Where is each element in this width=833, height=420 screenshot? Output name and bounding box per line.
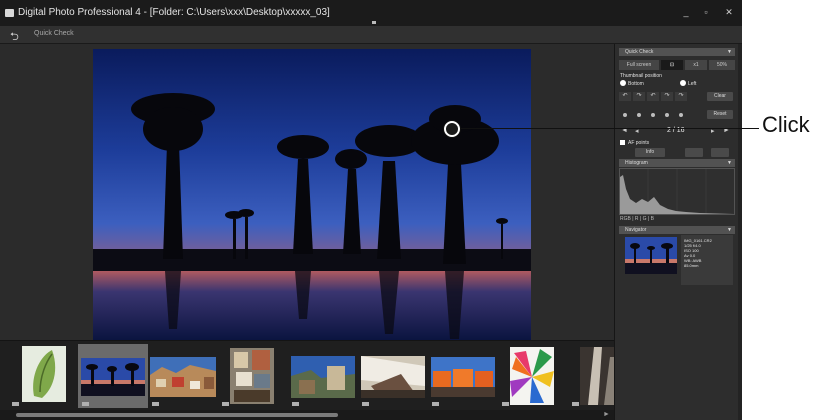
quick-check-panel: Quick Check ▼ Full screen ⊡ x1 50% Thumb… xyxy=(614,44,742,420)
click-callout-label: Click xyxy=(762,112,810,137)
af-points-label: AF points xyxy=(628,140,650,146)
window-title: Digital Photo Professional 4 - [Folder: … xyxy=(18,7,330,18)
rotate-right-icon[interactable]: ↷ xyxy=(633,92,645,101)
thumbnail-selected[interactable] xyxy=(78,344,148,408)
raw-badge xyxy=(152,402,159,406)
quick-check-header[interactable]: Quick Check ▼ xyxy=(619,48,735,56)
reset-button[interactable]: Reset xyxy=(707,110,733,119)
thumbnail[interactable] xyxy=(8,344,78,408)
quick-check-header-label: Quick Check xyxy=(625,49,654,55)
thumbnail[interactable] xyxy=(498,344,568,408)
thumbnail[interactable] xyxy=(148,344,218,408)
raw-badge xyxy=(572,402,579,406)
click-target-marker xyxy=(444,121,460,137)
app-icon xyxy=(5,9,14,17)
radio-bottom[interactable] xyxy=(620,80,626,86)
histogram-header-label: Histogram xyxy=(625,160,648,166)
maximize-button[interactable]: ▫ xyxy=(700,6,712,18)
callout-line xyxy=(453,128,759,129)
navigator-preview[interactable] xyxy=(625,237,677,274)
scroll-right-arrow-icon[interactable]: ► xyxy=(603,411,610,418)
clear-button[interactable]: Clear xyxy=(707,92,733,101)
raw-badge xyxy=(12,402,19,406)
minimize-button[interactable]: _ xyxy=(680,6,692,18)
raw-badge xyxy=(362,402,369,406)
rotate-left-icon[interactable]: ↶ xyxy=(647,92,659,101)
chevron-down-icon[interactable]: ▼ xyxy=(727,159,732,167)
scrollbar-thumb[interactable] xyxy=(16,413,338,417)
view-mode-fit[interactable]: ⊡ xyxy=(661,60,683,70)
edit-icon[interactable] xyxy=(711,148,729,157)
raw-badge xyxy=(502,402,509,406)
navigator-header-label: Navigator xyxy=(625,227,647,233)
horizontal-scrollbar[interactable]: ► xyxy=(0,410,614,420)
raw-badge xyxy=(222,402,229,406)
app-window: Digital Photo Professional 4 - [Folder: … xyxy=(0,0,742,420)
view-mode-x1[interactable]: x1 xyxy=(685,60,707,70)
shooting-info: IMG_0161.CR2 1/25 f/4.0 ISO 100 Av 0.0 W… xyxy=(681,235,733,285)
navigator-header[interactable]: Navigator ▼ xyxy=(619,226,735,234)
raw-badge xyxy=(82,402,89,406)
main-photo[interactable] xyxy=(93,49,531,340)
chevron-down-icon[interactable]: ▼ xyxy=(727,226,732,234)
view-mode-zoom[interactable]: 50% xyxy=(709,60,735,70)
af-points-checkbox[interactable] xyxy=(620,140,625,145)
thumbnail[interactable] xyxy=(428,344,498,408)
info-button[interactable]: Info xyxy=(635,148,665,157)
collapse-handle[interactable] xyxy=(372,21,376,24)
fit-icon: ⊡ xyxy=(669,62,675,68)
info-focal: 85.0mm xyxy=(684,263,699,268)
rating-dot[interactable] xyxy=(679,113,683,117)
histogram xyxy=(619,168,735,215)
thumbnail[interactable] xyxy=(218,344,288,408)
rating-dot[interactable] xyxy=(665,113,669,117)
thumbnail-position-label: Thumbnail position xyxy=(620,73,662,79)
rating-dot[interactable] xyxy=(623,113,627,117)
raw-badge xyxy=(292,402,299,406)
vertical-scrollbar[interactable] xyxy=(738,44,742,420)
title-bar: Digital Photo Professional 4 - [Folder: … xyxy=(0,0,742,26)
rating-dot[interactable] xyxy=(651,113,655,117)
radio-left-label: Left xyxy=(688,81,697,87)
thumbnail[interactable] xyxy=(358,344,428,408)
raw-badge xyxy=(432,402,439,406)
image-viewer xyxy=(0,44,614,340)
rotate-right-icon[interactable]: ↷ xyxy=(661,92,673,101)
rating-dot[interactable] xyxy=(637,113,641,117)
view-mode-full-screen[interactable]: Full screen xyxy=(619,60,659,70)
filmstrip xyxy=(0,340,620,410)
rotate-left-icon[interactable]: ↶ xyxy=(619,92,631,101)
radio-bottom-label: Bottom xyxy=(628,81,644,87)
histogram-header[interactable]: Histogram ▼ xyxy=(619,159,735,167)
toolbar: ⮌ Quick Check xyxy=(0,26,742,44)
chevron-down-icon[interactable]: ▼ xyxy=(727,48,732,56)
histogram-readout: RGB | R | G | B xyxy=(620,216,654,222)
radio-left[interactable] xyxy=(680,80,686,86)
thumbnail[interactable] xyxy=(288,344,358,408)
quick-check-label: Quick Check xyxy=(34,30,74,37)
rotate-right-icon[interactable]: ↷ xyxy=(675,92,687,101)
close-button[interactable]: ✕ xyxy=(723,6,735,18)
compare-icon[interactable] xyxy=(685,148,703,157)
